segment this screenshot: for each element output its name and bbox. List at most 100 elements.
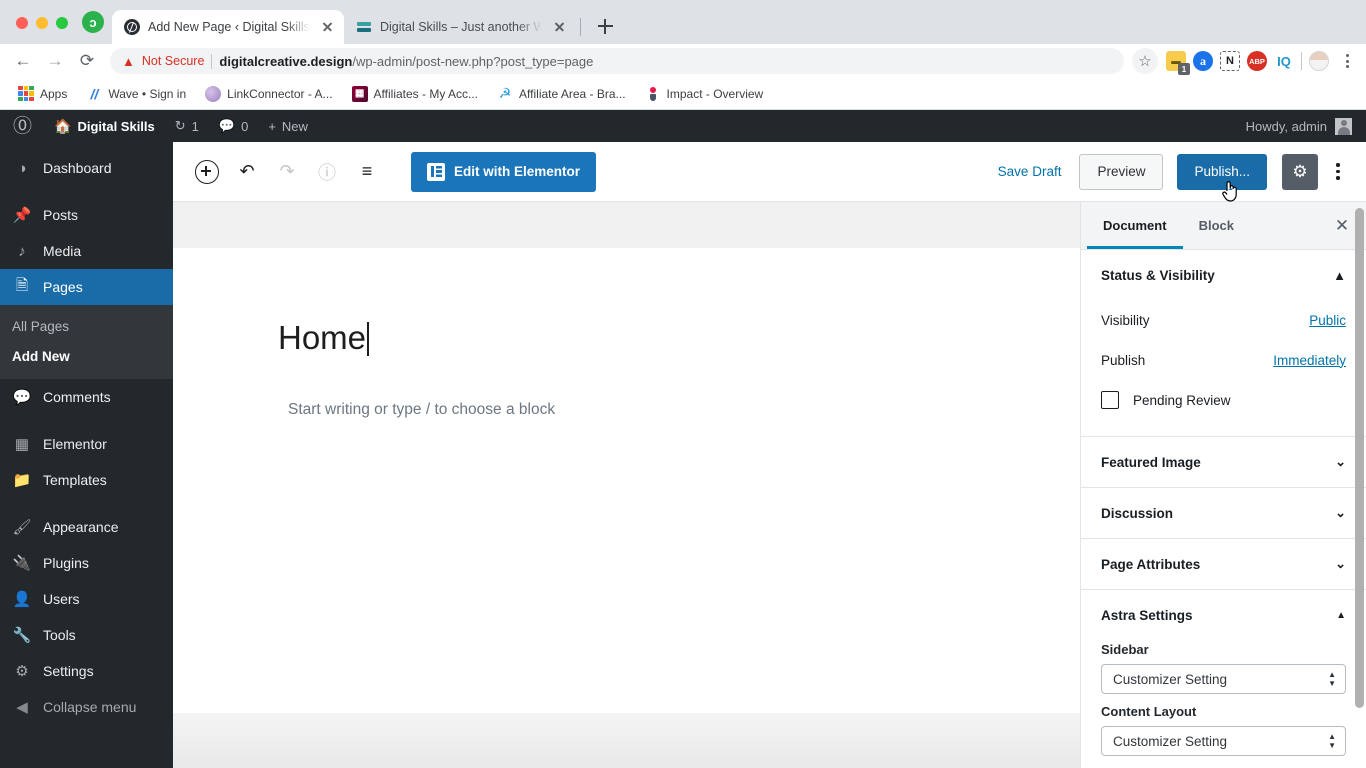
browser-tab-1-title: Add New Page ‹ Digital Skills – xyxy=(148,20,310,34)
sidebar-item-dashboard[interactable]: ◑ Dashboard xyxy=(0,150,173,186)
more-options-kebab-icon[interactable] xyxy=(1322,154,1354,190)
bookmark-affiliates[interactable]: ▦ Affiliates - My Acc... xyxy=(344,82,486,106)
list-view-icon[interactable]: ≡ xyxy=(349,154,385,190)
adblock-plus-extension-icon[interactable]: ABP xyxy=(1247,51,1267,71)
sidebar-item-pages[interactable]: 🗎 Pages xyxy=(0,269,173,305)
reload-button[interactable]: ⟳ xyxy=(72,46,102,76)
sidebar-item-plugins-label: Plugins xyxy=(43,555,89,571)
tab-block[interactable]: Block xyxy=(1183,202,1250,249)
save-draft-button[interactable]: Save Draft xyxy=(984,164,1076,179)
block-editor: ↶ ↷ ⓘ ≡ Edit with Elementor Save Draft P… xyxy=(173,142,1366,768)
pending-review-row[interactable]: Pending Review xyxy=(1101,380,1346,420)
sidebar-item-tools[interactable]: 🔧 Tools xyxy=(0,617,173,653)
content-layout-select[interactable]: Customizer Setting ▲ ▼ xyxy=(1101,726,1346,756)
gear-icon[interactable]: ⚙ xyxy=(1282,153,1318,190)
editor-canvas[interactable]: Home Start writing or type / to choose a… xyxy=(173,202,1080,768)
wordpress-logo-icon[interactable]: ⓪ xyxy=(0,117,44,136)
pointer-hand-cursor xyxy=(1222,180,1238,202)
bookmark-apps[interactable]: Apps xyxy=(10,82,75,106)
bookmark-linkconnector[interactable]: LinkConnector - A... xyxy=(197,82,340,106)
undo-icon[interactable]: ↶ xyxy=(229,154,265,190)
content-layout-select-value: Customizer Setting xyxy=(1113,733,1228,749)
forward-button[interactable]: → xyxy=(40,46,70,76)
default-block-placeholder[interactable]: Start writing or type / to choose a bloc… xyxy=(278,401,1080,419)
sidebar-select[interactable]: Customizer Setting ▲ ▼ xyxy=(1101,664,1346,694)
panel-status-visibility-header[interactable]: Status & Visibility ▲ xyxy=(1081,250,1366,300)
sidebar-item-posts[interactable]: 📌 Posts xyxy=(0,197,173,233)
panel-astra-settings: Astra Settings ▲ Sidebar Customizer Sett… xyxy=(1081,590,1366,768)
chrome-menu-kebab-icon[interactable] xyxy=(1336,54,1358,68)
howdy-label[interactable]: Howdy, admin xyxy=(1246,119,1335,134)
new-tab-button[interactable] xyxy=(591,12,619,40)
close-tab-2-button[interactable] xyxy=(550,18,568,36)
bookmark-affiliate-area-label: Affiliate Area - Bra... xyxy=(519,86,626,101)
tab-document[interactable]: Document xyxy=(1087,202,1183,249)
updates-link[interactable]: ↻ 1 xyxy=(165,110,209,142)
browser-tab-2[interactable]: Digital Skills – Just another Wo xyxy=(344,10,576,44)
extension-divider xyxy=(1301,52,1302,70)
sidebar-item-templates[interactable]: 📁 Templates xyxy=(0,462,173,498)
content-info-icon[interactable]: ⓘ xyxy=(309,154,345,190)
navigation-bar: ← → ⟳ ▲ Not Secure digitalcreative.desig… xyxy=(0,44,1366,78)
bookmark-star-icon[interactable]: ☆ xyxy=(1132,48,1158,74)
admin-sidebar-menu: ◑ Dashboard 📌 Posts ♪ Media 🗎 Pages All … xyxy=(0,142,173,768)
visibility-value-link[interactable]: Public xyxy=(1309,313,1346,328)
pending-review-checkbox[interactable] xyxy=(1101,391,1119,409)
sidebar-item-plugins[interactable]: 🔌 Plugins xyxy=(0,545,173,581)
sidebar-item-comments[interactable]: 💬 Comments xyxy=(0,379,173,415)
panel-discussion-header[interactable]: Discussion ⌄ xyxy=(1081,488,1366,538)
sidebar-item-media[interactable]: ♪ Media xyxy=(0,233,173,269)
submenu-item-all-pages[interactable]: All Pages xyxy=(0,311,173,341)
sidebar-item-appearance[interactable]: 🖌 Appearance xyxy=(0,509,173,545)
sticky-note-extension-icon[interactable]: ▬ 1 xyxy=(1166,51,1190,75)
close-window-button[interactable] xyxy=(16,17,28,29)
panel-page-attributes-title: Page Attributes xyxy=(1101,556,1201,572)
linkconnector-icon xyxy=(205,85,222,102)
post-title-input[interactable]: Home xyxy=(278,318,369,358)
panel-featured-image-header[interactable]: Featured Image ⌄ xyxy=(1081,437,1366,487)
add-block-plus-icon[interactable] xyxy=(189,154,225,190)
new-content-link[interactable]: + New xyxy=(258,110,318,142)
panel-astra-settings-header[interactable]: Astra Settings ▲ xyxy=(1081,590,1366,640)
grammarly-extension-icon[interactable]: a xyxy=(1193,51,1213,71)
back-button[interactable]: ← xyxy=(8,46,38,76)
iq-extension-icon[interactable]: IQ xyxy=(1274,51,1294,71)
wp-admin-body: ◑ Dashboard 📌 Posts ♪ Media 🗎 Pages All … xyxy=(0,142,1366,768)
pages-icon: 🗎 xyxy=(15,276,29,294)
comments-link[interactable]: 💬 0 xyxy=(209,110,258,142)
window-traffic-lights[interactable] xyxy=(10,17,78,44)
sidebar-item-collapse-menu[interactable]: ◀ Collapse menu xyxy=(0,689,173,725)
submenu-item-add-new[interactable]: Add New xyxy=(0,341,173,371)
bookmark-impact[interactable]: Impact - Overview xyxy=(637,82,772,106)
publish-button[interactable]: Publish... xyxy=(1177,153,1267,202)
sidebar-item-elementor[interactable]: ▦ Elementor xyxy=(0,426,173,462)
panel-discussion-title: Discussion xyxy=(1101,505,1174,521)
minimize-window-button[interactable] xyxy=(36,17,48,29)
site-name-link[interactable]: 🏠 Digital Skills xyxy=(44,110,165,142)
admin-avatar[interactable] xyxy=(1335,117,1352,135)
sidebar-item-dashboard-label: Dashboard xyxy=(43,160,112,176)
edit-with-elementor-label: Edit with Elementor xyxy=(454,164,581,179)
sidebar-item-users[interactable]: 👤 Users xyxy=(0,581,173,617)
bookmark-affiliate-area[interactable]: ☭ Affiliate Area - Bra... xyxy=(489,82,634,106)
sidebar-item-appearance-label: Appearance xyxy=(43,519,119,535)
redo-icon[interactable]: ↷ xyxy=(269,154,305,190)
tab-extension-icon[interactable]: ↄ xyxy=(82,11,104,33)
browser-tab-1[interactable]: Add New Page ‹ Digital Skills – xyxy=(112,10,344,44)
panel-page-attributes-header[interactable]: Page Attributes ⌄ xyxy=(1081,539,1366,589)
user-avatar[interactable] xyxy=(1309,51,1329,71)
preview-button[interactable]: Preview xyxy=(1079,153,1164,190)
edit-with-elementor-button[interactable]: Edit with Elementor xyxy=(411,151,597,192)
close-tab-1-button[interactable] xyxy=(318,18,336,36)
maximize-window-button[interactable] xyxy=(56,17,68,29)
panel-astra-settings-title: Astra Settings xyxy=(1101,607,1193,623)
sidebar-item-settings[interactable]: ⚙ Settings xyxy=(0,653,173,689)
chevron-down-icon: ⌄ xyxy=(1335,556,1346,571)
chevron-down-icon: ⌄ xyxy=(1335,505,1346,520)
bookmark-linkconnector-label: LinkConnector - A... xyxy=(227,86,333,101)
bookmark-wave[interactable]: // Wave • Sign in xyxy=(78,82,194,106)
address-bar[interactable]: ▲ Not Secure digitalcreative.design/wp-a… xyxy=(110,48,1124,74)
sidebar-scrollbar[interactable] xyxy=(1355,208,1364,708)
publish-value-link[interactable]: Immediately xyxy=(1273,353,1346,368)
notion-clipper-extension-icon[interactable]: N xyxy=(1220,51,1240,71)
